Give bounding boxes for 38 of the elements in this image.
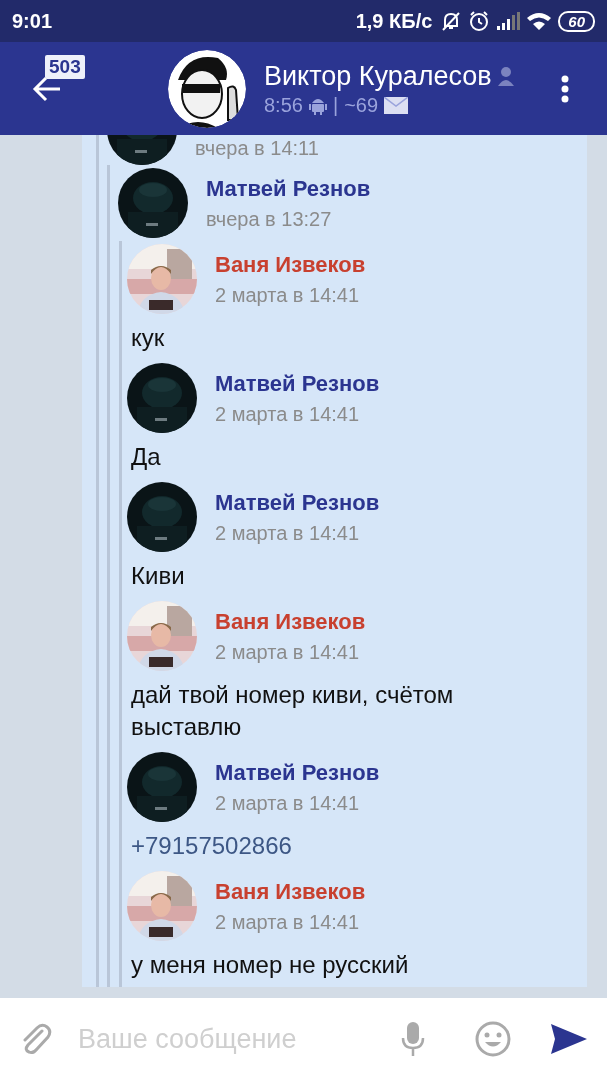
menu-icon[interactable] [561, 74, 569, 103]
unread-count: 503 [45, 55, 85, 79]
last-seen-time: 8:56 [264, 93, 303, 117]
envelope-icon [384, 96, 409, 114]
author-name[interactable]: Ваня Извеков [215, 608, 366, 635]
message-time: 2 марта в 14:41 [215, 402, 361, 426]
clock: 9:01 [12, 9, 53, 33]
network-speed: 1,9 КБ/с [355, 9, 433, 33]
wifi-icon [526, 11, 553, 31]
message-text: кук [130, 323, 166, 353]
phone-link[interactable]: +79157502866 [127, 825, 531, 868]
author-name[interactable]: Матвей Резнов [206, 175, 371, 202]
message-time: 2 марта в 14:41 [215, 521, 361, 545]
battery-level: 60 [558, 10, 595, 32]
alarm-icon [468, 10, 491, 32]
message-text: Да [130, 442, 162, 472]
signal-icon [496, 11, 521, 31]
message-text: у меня номер не русский [130, 950, 410, 980]
author-name[interactable]: Ваня Извеков [215, 251, 366, 278]
message-count: ~69 [344, 93, 379, 117]
contact-name: Виктор Куралесов [264, 60, 492, 92]
back-icon[interactable] [32, 75, 62, 102]
author-name[interactable]: Матвей Резнов [215, 489, 380, 516]
author-name[interactable]: Ваня Извеков [215, 878, 366, 905]
message-text: дай твой номер киви, счётом выставлю [130, 680, 455, 742]
person-icon [497, 66, 514, 86]
message-time: вчера в 13:27 [206, 207, 333, 231]
message-time: вчера в 14:11 [195, 137, 319, 161]
message-time: 2 марта в 14:41 [215, 283, 361, 307]
author-name[interactable]: Матвей Резнов [215, 370, 380, 397]
message-text: Киви [130, 561, 186, 591]
bell-off-icon [440, 10, 463, 32]
message-time: 2 марта в 14:41 [215, 791, 361, 815]
separator: | [332, 93, 339, 117]
message-time: 2 марта в 14:41 [215, 910, 361, 934]
author-name[interactable]: Матвей Резнов [215, 759, 380, 786]
message-time: 2 марта в 14:41 [215, 640, 361, 664]
send-icon[interactable] [551, 1024, 587, 1054]
